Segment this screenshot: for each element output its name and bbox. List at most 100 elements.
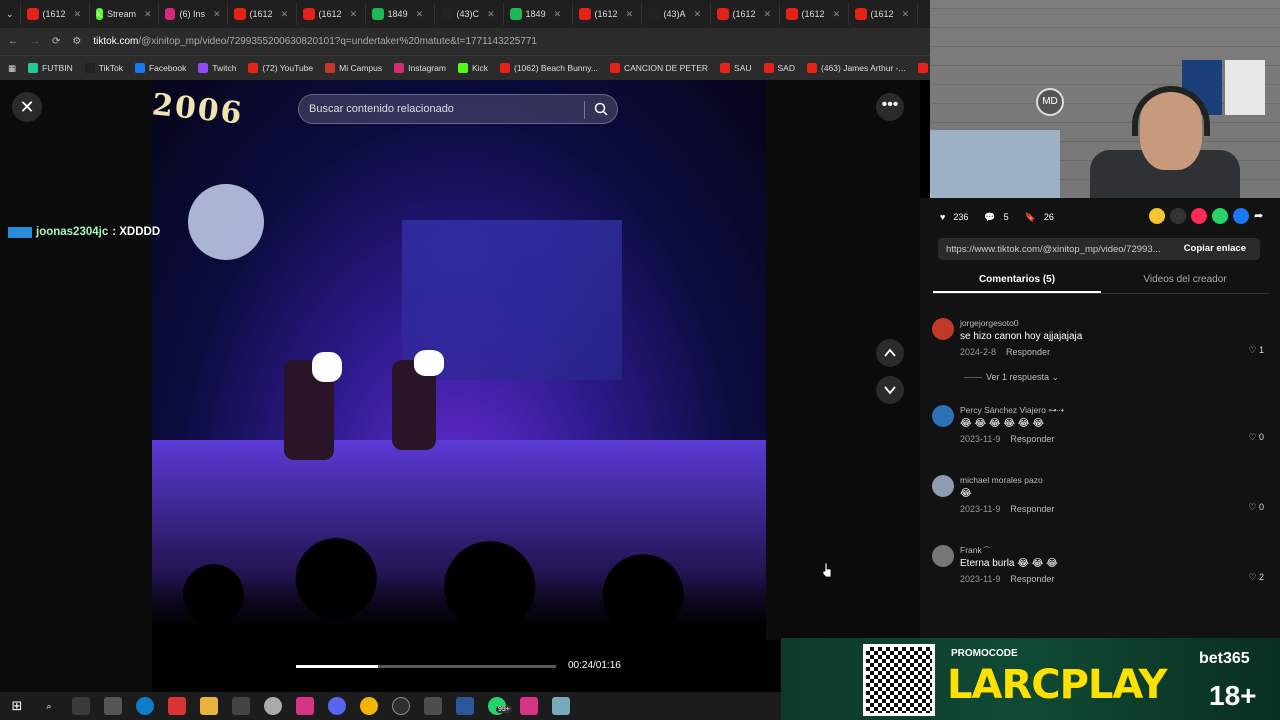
avatar[interactable] <box>932 475 954 497</box>
discord-icon[interactable] <box>328 697 346 715</box>
browser-tab[interactable]: (1612 ✕ <box>21 3 90 25</box>
video-progress-bar[interactable] <box>296 665 556 668</box>
view-replies-link[interactable]: Ver 1 respuesta ⌄ <box>964 372 1059 383</box>
browser-tab[interactable]: (1612 ✕ <box>780 3 849 25</box>
bookmark-item[interactable]: Twitch <box>198 63 236 73</box>
chrome-icon[interactable] <box>360 697 378 715</box>
comment-like[interactable]: ♡ 0 <box>1248 502 1264 513</box>
back-icon[interactable]: ← <box>8 36 18 47</box>
tab-close-icon[interactable]: ✕ <box>902 9 910 20</box>
search-icon[interactable] <box>594 102 608 116</box>
more-options-button[interactable]: ••• <box>876 93 904 121</box>
bookmark-item[interactable]: SAD <box>763 63 795 73</box>
comment-like[interactable]: ♡ 0 <box>1248 432 1264 443</box>
browser-tab[interactable]: (43)C ✕ <box>435 3 504 25</box>
bookmark-item[interactable]: Kick <box>457 63 488 73</box>
app-icon[interactable] <box>520 697 538 715</box>
bookmark-item[interactable]: Facebook <box>134 63 186 73</box>
obs-icon[interactable] <box>392 697 410 715</box>
tab-close-icon[interactable]: ✕ <box>694 9 702 20</box>
like-icon[interactable]: ♥ <box>940 212 945 222</box>
avatar[interactable] <box>932 318 954 340</box>
facebook-icon[interactable] <box>1233 208 1249 224</box>
share-arrow-icon[interactable]: ➦ <box>1254 208 1270 224</box>
browser-tab[interactable]: (43)A ✕ <box>642 3 711 25</box>
whatsapp-taskbar-icon[interactable]: 99+ <box>488 697 512 715</box>
app-icon[interactable] <box>264 697 282 715</box>
tab-creator-videos[interactable]: Videos del creador <box>1101 270 1269 293</box>
tab-close-icon[interactable]: ✕ <box>764 9 772 20</box>
reply-button[interactable]: Responder <box>1010 434 1054 444</box>
comment-icon[interactable]: 💬 <box>984 212 995 223</box>
copy-link-button[interactable]: Copiar enlace <box>1184 243 1246 254</box>
apps-grid-icon[interactable]: ▦ <box>8 63 16 74</box>
address-bar[interactable]: ← → ⟳ ⚙ tiktok.com/@xinitop_mp/video/729… <box>0 28 930 55</box>
tab-close-icon[interactable]: ✕ <box>281 9 289 20</box>
avatar[interactable] <box>932 405 954 427</box>
browser-tab[interactable]: (1612 ✕ <box>573 3 642 25</box>
reply-button[interactable]: Responder <box>1010 504 1054 514</box>
comment-username[interactable]: Frank ͡ <box>960 545 984 555</box>
windows-start-icon[interactable]: ⊞ <box>8 697 26 715</box>
reply-button[interactable]: Responder <box>1010 574 1054 584</box>
taskbar-search-icon[interactable]: ⌕ <box>40 697 58 715</box>
reload-icon[interactable]: ⟳ <box>52 36 60 47</box>
browser-tab[interactable]: (1612 ✕ <box>849 3 918 25</box>
bookmark-item[interactable]: (1062) Beach Bunny... <box>500 63 598 73</box>
tab-close-icon[interactable]: ✕ <box>487 9 495 20</box>
avatar[interactable] <box>932 545 954 567</box>
close-button[interactable]: ✕ <box>12 92 42 122</box>
tab-comments[interactable]: Comentarios (5) <box>933 270 1101 293</box>
repost-icon[interactable] <box>1149 208 1165 224</box>
video-link-field[interactable]: https://www.tiktok.com/@xinitop_mp/video… <box>938 238 1260 260</box>
bookmark-item[interactable]: Mi Campus <box>325 63 382 73</box>
comment-username[interactable]: jorgejorgesoto0 <box>960 318 1019 328</box>
bookmark-item[interactable]: DRAGON BAL <box>917 63 930 73</box>
site-info-icon[interactable]: ⚙ <box>72 36 81 47</box>
bookmark-item[interactable]: TikTok <box>84 63 123 73</box>
calculator-icon[interactable] <box>424 697 442 715</box>
previous-video-button[interactable] <box>876 339 904 367</box>
tab-close-icon[interactable]: ✕ <box>554 9 562 20</box>
related-search-input[interactable]: Buscar contenido relacionado <box>298 94 618 124</box>
tab-list-icon[interactable]: ⌄ <box>0 3 21 25</box>
browser-tab[interactable]: K Stream ✕ <box>90 3 159 25</box>
embed-icon[interactable] <box>1170 208 1186 224</box>
tab-close-icon[interactable]: ✕ <box>833 9 841 20</box>
forward-icon[interactable]: → <box>30 36 40 47</box>
tab-close-icon[interactable]: ✕ <box>350 9 358 20</box>
reply-button[interactable]: Responder <box>1006 347 1050 357</box>
browser-tab[interactable]: (6) Ins ✕ <box>159 3 228 25</box>
bookmark-item[interactable]: FUTBIN <box>28 63 73 73</box>
comment-like[interactable]: ♡ 1 <box>1248 345 1264 356</box>
word-icon[interactable] <box>456 697 474 715</box>
comment-username[interactable]: michael morales pazo <box>960 475 1043 485</box>
browser-tab[interactable]: (1612 ✕ <box>711 3 780 25</box>
edge-icon[interactable] <box>136 697 154 715</box>
send-icon[interactable] <box>1191 208 1207 224</box>
app-icon[interactable] <box>104 697 122 715</box>
whatsapp-icon[interactable] <box>1212 208 1228 224</box>
bookmark-item[interactable]: (72) YouTube <box>248 63 313 73</box>
tab-close-icon[interactable]: ✕ <box>213 9 221 20</box>
url-text[interactable]: tiktok.com/@xinitop_mp/video/72993552006… <box>93 36 537 47</box>
file-explorer-icon[interactable] <box>200 697 218 715</box>
app-icon[interactable] <box>552 697 570 715</box>
video-player[interactable]: 2006 <box>152 80 766 692</box>
tab-close-icon[interactable]: ✕ <box>74 9 82 20</box>
bookmark-icon[interactable]: 🔖 <box>1025 212 1036 223</box>
browser-tab[interactable]: 1849 ✕ <box>366 3 435 25</box>
bookmark-item[interactable]: CANCION DE PETER <box>609 63 708 73</box>
browser-tab[interactable]: (1612 ✕ <box>297 3 366 25</box>
bookmark-item[interactable]: Instagram <box>394 63 446 73</box>
store-icon[interactable] <box>72 697 90 715</box>
tab-close-icon[interactable]: ✕ <box>626 9 634 20</box>
comment-username[interactable]: Percy Sánchez Viajero ⊶⇢ <box>960 405 1064 416</box>
app-icon[interactable] <box>296 697 314 715</box>
app-icon[interactable] <box>168 697 186 715</box>
app-icon[interactable] <box>232 697 250 715</box>
bookmark-item[interactable]: (463) James Arthur -... <box>807 63 906 73</box>
tab-close-icon[interactable]: ✕ <box>144 9 152 20</box>
browser-tab[interactable]: 1849 ✕ <box>504 3 573 25</box>
tab-close-icon[interactable]: ✕ <box>416 9 424 20</box>
